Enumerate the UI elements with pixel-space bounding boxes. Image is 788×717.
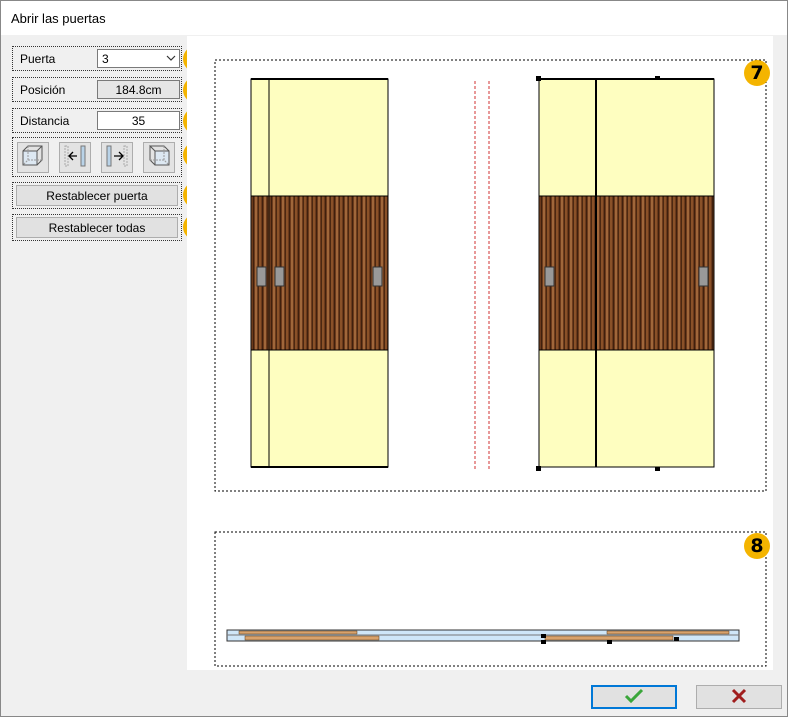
move-right-button[interactable] xyxy=(101,142,133,173)
settings-panel: Puerta 3 1 Posición 184.8cm 2 Distancia … xyxy=(1,36,209,670)
callout-badge-8: 8 xyxy=(744,533,770,559)
distance-label: Distancia xyxy=(20,113,70,128)
door-select[interactable]: 3 xyxy=(97,49,180,68)
door-handle xyxy=(698,266,709,287)
reset-door-row: Restablecer puerta xyxy=(12,182,182,209)
position-value: 184.8cm xyxy=(115,82,162,97)
door-handle xyxy=(274,266,285,287)
door-left[interactable] xyxy=(250,78,389,468)
door-handle xyxy=(372,266,383,287)
dialog-window: Abrir las puertas Puerta 3 1 Posición 18… xyxy=(0,0,788,717)
resize-handle xyxy=(655,467,660,471)
door-handle xyxy=(544,266,555,287)
cancel-button[interactable] xyxy=(696,685,782,709)
door-slab xyxy=(544,635,674,641)
door-slab xyxy=(238,630,358,635)
door-row: Puerta 3 xyxy=(12,46,182,71)
ok-button[interactable] xyxy=(591,685,677,709)
top-view-frame xyxy=(214,531,767,667)
reset-door-label: Restablecer puerta xyxy=(46,188,148,203)
reset-all-button[interactable]: Restablecer todas xyxy=(16,217,178,238)
front-view-button[interactable] xyxy=(17,142,49,173)
resize-handle xyxy=(536,76,541,81)
cube-front-view-icon xyxy=(20,143,46,172)
callout-badge-7: 7 xyxy=(744,60,770,86)
door-right[interactable] xyxy=(536,76,715,471)
resize-handle xyxy=(536,466,541,471)
distance-row: Distancia 35 xyxy=(12,108,182,133)
preview-canvas[interactable]: 7 8 xyxy=(187,36,773,670)
door-handle xyxy=(256,266,267,287)
close-x-icon xyxy=(731,688,747,707)
arrow-left-icon xyxy=(62,143,88,172)
position-field: 184.8cm xyxy=(97,80,180,99)
resize-handle xyxy=(655,76,660,80)
back-view-button[interactable] xyxy=(143,142,175,173)
view-buttons-row xyxy=(12,137,182,177)
distance-input[interactable]: 35 xyxy=(97,111,180,130)
reset-door-button[interactable]: Restablecer puerta xyxy=(16,185,178,206)
position-row: Posición 184.8cm xyxy=(12,77,182,102)
top-view xyxy=(214,531,767,667)
reset-all-label: Restablecer todas xyxy=(48,220,146,235)
cube-back-view-icon xyxy=(146,143,172,172)
title-bar: Abrir las puertas xyxy=(1,1,787,35)
reset-all-row: Restablecer todas xyxy=(12,214,182,241)
window-title: Abrir las puertas xyxy=(11,11,106,26)
arrow-right-icon xyxy=(104,143,130,172)
move-left-button[interactable] xyxy=(59,142,91,173)
position-label: Posición xyxy=(20,82,66,97)
door-slab xyxy=(244,635,380,641)
door-label: Puerta xyxy=(20,51,56,66)
door-select-value: 3 xyxy=(102,51,109,66)
chevron-down-icon[interactable] xyxy=(163,53,179,64)
front-view xyxy=(214,59,767,492)
checkmark-icon xyxy=(624,688,644,707)
wardrobe-preview-svg xyxy=(214,59,767,667)
distance-value: 35 xyxy=(131,113,146,128)
door-slab xyxy=(606,630,730,635)
